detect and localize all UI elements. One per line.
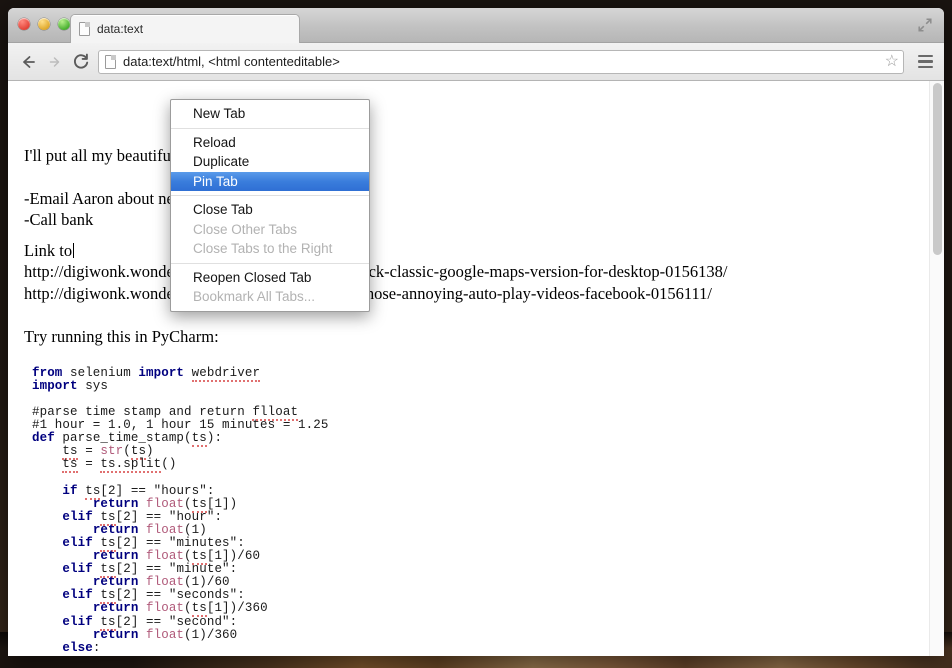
note-line-beautiful: I'll put all my beautiful e down! [24, 146, 340, 165]
address-bar[interactable]: data:text/html, <html contenteditable> ☆ [98, 49, 904, 74]
scrollbar-thumb[interactable] [933, 83, 942, 255]
page-scrollbar[interactable] [929, 81, 944, 656]
page-viewport: I'll put all my beautiful e down! -Email… [8, 81, 944, 656]
text-caret [73, 243, 75, 259]
note-line-call: -Call bank [24, 210, 94, 230]
tab-context-menu[interactable]: New Tab Reload Duplicate Pin Tab Close T… [170, 99, 370, 312]
editable-document[interactable]: I'll put all my beautiful e down! -Email… [8, 81, 929, 656]
browser-toolbar: data:text/html, <html contenteditable> ☆ [8, 43, 944, 81]
tab-title: data:text [97, 22, 144, 36]
note-line-email: -Email Aaron about ne [24, 189, 174, 209]
address-bar-value: data:text/html, <html contenteditable> [123, 54, 340, 69]
link-url-1[interactable]: http://digiwonk.wonderhowto.com/how-to/r… [24, 261, 917, 282]
menu-item-duplicate[interactable]: Duplicate [171, 152, 369, 172]
close-window-button[interactable] [18, 18, 30, 30]
menu-separator [171, 127, 369, 129]
menu-separator [171, 195, 369, 196]
browser-window: data:text data:text/html, <html contente… [8, 8, 944, 656]
window-controls [18, 18, 70, 30]
tab-strip: data:text [8, 8, 944, 43]
star-icon[interactable]: ☆ [885, 53, 899, 70]
menu-item-reload[interactable]: Reload [171, 133, 369, 153]
browser-tab[interactable]: data:text [70, 14, 300, 43]
menu-item-reopen-closed-tab[interactable]: Reopen Closed Tab [171, 268, 369, 288]
forward-button[interactable] [42, 49, 68, 75]
python-code-block[interactable]: from selenium import webdriver import sy… [32, 365, 917, 655]
link-label-line: Link to [24, 240, 917, 261]
pycharm-instruction: Try running this in PyCharm: [24, 326, 219, 346]
fullscreen-arrows-icon[interactable] [916, 16, 934, 34]
hamburger-menu-icon[interactable] [914, 50, 936, 74]
tab-favicon-page-icon [79, 22, 90, 36]
omnibox-page-icon [105, 54, 116, 69]
menu-item-close-tabs-to-the-right: Close Tabs to the Right [193, 241, 333, 257]
back-button[interactable] [16, 49, 42, 75]
menu-item-close-other-tabs: Close Other Tabs [193, 221, 298, 237]
menu-separator [171, 262, 369, 264]
menu-item-bookmark-all-tabs: Bookmark All Tabs... [193, 289, 316, 305]
menu-item-close-tab[interactable]: Close Tab [171, 200, 369, 220]
menu-item-pin-tab[interactable]: Pin Tab [171, 171, 369, 191]
reload-button[interactable] [68, 49, 94, 75]
minimize-window-button[interactable] [38, 18, 50, 30]
link-label-text: Link to [24, 241, 73, 261]
link-url-2[interactable]: http://digiwonk.wonderhowto.com/how-to/d… [24, 283, 917, 304]
maximize-window-button[interactable] [58, 18, 70, 30]
menu-item-new-tab[interactable]: New Tab [171, 104, 369, 124]
